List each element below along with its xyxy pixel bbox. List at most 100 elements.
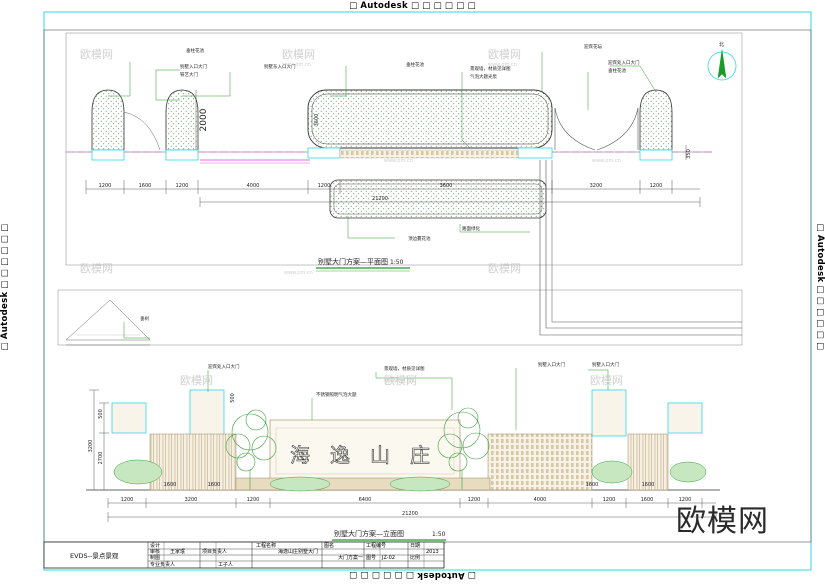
sign-char: 山 [370, 443, 390, 467]
tb-cell: 制图 [150, 554, 160, 561]
plan-dim: 1200 [176, 183, 189, 189]
banner-prefix: □ [0, 342, 10, 351]
watermark-site: www.om.cn [282, 62, 311, 68]
tb-cell: 审核 [150, 548, 160, 555]
elev-dim-inner: 1600 [642, 482, 655, 488]
watermark-logo: 欧模网 [282, 48, 315, 61]
plan-pillar-3 [639, 89, 673, 161]
elev-dim: 3200 [185, 497, 198, 503]
elevation-scale: 1:50 [432, 531, 446, 538]
elev-dim-left: 2700 [98, 452, 104, 465]
tb-cell: 工子人 [218, 561, 233, 568]
elev-dim-inner: 1600 [208, 482, 221, 488]
tb-cell: 王家珉 [170, 548, 185, 555]
watermark-logo: 欧模网 [488, 48, 521, 61]
plan-pillar-2 [165, 89, 199, 161]
tb-cell: 大门方案一 [338, 554, 363, 561]
plan-label-3: 铁艺大门 [180, 71, 198, 78]
watermark-logo: 欧模网 [590, 374, 623, 387]
elevation-title-group: 别墅大门方案—立面图 1:50 [332, 529, 446, 544]
plan-title: 别墅大门方案—平面图 [318, 257, 388, 266]
plan-label-2: 别墅入口大门 [180, 63, 207, 70]
plan-dim-overall: 21200 [372, 196, 388, 202]
banner-suffix: □ □ □ □ □ □ [0, 223, 10, 289]
tb-cell: 海逸山庄别墅大门 [278, 548, 318, 555]
watermark-logo: 欧模网 [80, 48, 113, 61]
elevation-title: 别墅大门方案—立面图 [334, 529, 404, 538]
elev-dim-inner: 1600 [586, 482, 599, 488]
plan-dim-vertical: 2000 [199, 108, 209, 131]
banner-brand: Autodesk [360, 1, 408, 11]
north-label: 北 [719, 41, 724, 48]
plan-dim: 3200 [590, 183, 603, 189]
tb-cell: 工程名称 [256, 542, 276, 549]
autodesk-banner-left: □ Autodesk □ □ □ □ □ □ [0, 187, 10, 387]
tb-cell: 工程编号 [366, 542, 386, 549]
elev-dim-post: 500 [230, 393, 236, 403]
elev-label-3: 不锈钢照明气泡大题 [316, 391, 357, 398]
banner-prefix: □ [349, 1, 358, 11]
tb-cell: 图名 [324, 542, 334, 549]
tb-cell: 日期 [410, 543, 420, 549]
watermark-site: www.om.cn [284, 270, 313, 276]
plan-title-group: 别墅大门方案—平面图 1:50 [316, 257, 410, 272]
sign-char: 逸 [330, 443, 350, 467]
plan-label-8: 迎宾花坛 [584, 43, 602, 50]
plan-central-wall [307, 89, 553, 159]
elev-dim: 6400 [359, 497, 372, 503]
plan-label-12: 路面绿化 [462, 225, 480, 232]
tb-cell: JZ-02 [381, 555, 395, 561]
autodesk-banner-top: □ Autodesk □ □ □ □ □ □ [0, 1, 825, 11]
elev-label-1: 迎宾处入口大门 [208, 363, 240, 370]
plan-dim-small: 3600 [314, 114, 320, 127]
elevation-view [65, 299, 720, 522]
plan-pillar-1 [91, 89, 125, 161]
elev-dim: 4000 [534, 497, 547, 503]
banner-suffix: □ □ □ □ □ □ [349, 570, 415, 580]
plan-label-1: 垂柱花池 [186, 47, 204, 54]
watermark-logo: 欧模网 [488, 262, 521, 275]
plan-dim: 3600 [440, 183, 453, 189]
autodesk-banner-bottom: □ Autodesk □ □ □ □ □ □ [0, 570, 825, 580]
watermark-logo: 欧模网 [80, 262, 113, 275]
plan-label-7: 气泡大题光泵 [470, 73, 497, 80]
elev-dim: 1200 [468, 497, 481, 503]
tb-cell: 比例 [410, 554, 420, 561]
plan-dim: 1600 [139, 183, 152, 189]
plan-scale: 1:50 [390, 259, 404, 266]
sign-char: 庄 [410, 443, 430, 467]
drawing-canvas: 垂柱花池 别墅入口大门 铁艺大门 别墅东入口大门 垂柱花池 景观墙，材质见详图 … [43, 11, 812, 571]
tb-cell: 项目负责人 [202, 548, 227, 555]
elev-label-5: 别墅入口大门 [592, 361, 619, 368]
watermark-site: www.om.cn [384, 378, 413, 384]
elev-dim: 1200 [247, 497, 260, 503]
elev-dim-left: 3200 [88, 440, 94, 453]
watermark-logo: 欧模网 [180, 374, 213, 387]
watermark-site: www.om.cn [488, 62, 517, 68]
plan-dim: 1200 [650, 183, 663, 189]
elev-dim-overall: 21200 [402, 511, 418, 517]
elev-dim: 1200 [121, 497, 134, 503]
autodesk-banner-right: □ Autodesk □ □ □ □ □ □ [815, 187, 825, 387]
plan-view [66, 49, 742, 336]
elev-label-6: 垂树 [140, 315, 149, 322]
plan-label-5: 垂柱花池 [406, 61, 424, 68]
plan-label-9: 迎宾处入口大门 [608, 59, 640, 66]
tb-cell: 设计 [150, 542, 160, 549]
elev-label-2: 景观墙，材质见详图 [384, 365, 425, 372]
plan-dim: 1200 [99, 183, 112, 189]
elev-dim: 1200 [603, 497, 616, 503]
elev-dim-left: 500 [98, 409, 104, 419]
watermark-site: www.om.cn [384, 158, 413, 164]
plan-dim-side: 350 [686, 149, 692, 159]
tb-cell: 图号 [366, 555, 376, 561]
plan-label-10: 垂柱花池 [608, 67, 626, 74]
tb-cell: 专业负责人 [150, 561, 175, 568]
banner-brand: Autodesk [0, 291, 10, 340]
elev-dim: 1600 [641, 497, 654, 503]
cad-drawing-viewport: 垂柱花池 别墅入口大门 铁艺大门 别墅东入口大门 垂柱花池 景观墙，材质见详图 … [0, 0, 825, 582]
sign-char: 海 [290, 443, 310, 467]
watermark-logo-large: 欧模网 [676, 504, 769, 539]
banner-brand: Autodesk [417, 570, 465, 580]
banner-brand: Autodesk [815, 234, 825, 283]
